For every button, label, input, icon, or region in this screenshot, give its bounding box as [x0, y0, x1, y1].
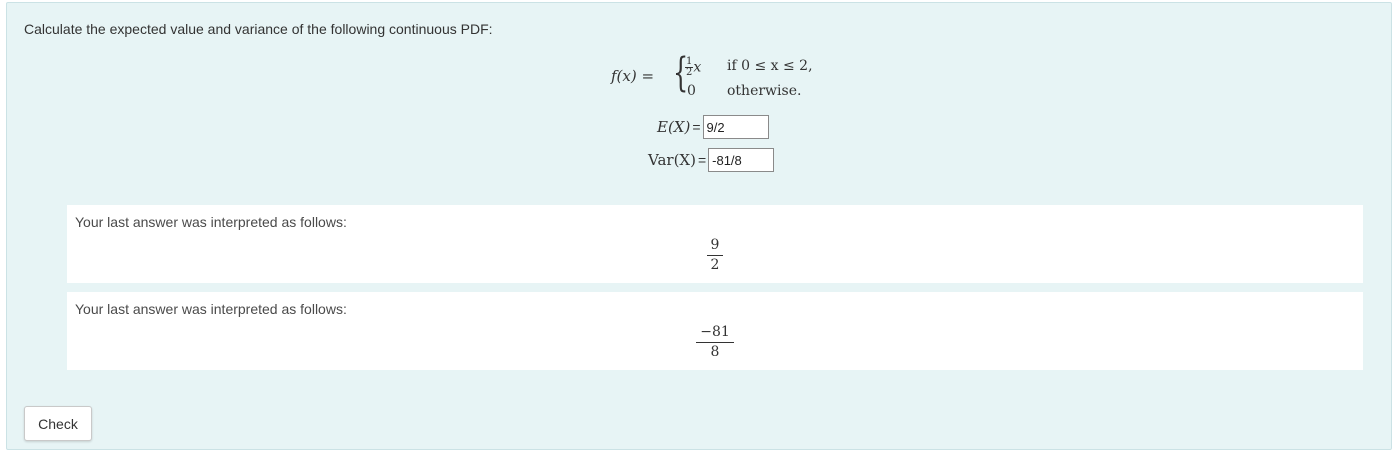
question-text: Calculate the expected value and varianc…: [24, 21, 493, 37]
feedback-box-expected: Your last answer was interpreted as foll…: [67, 205, 1363, 283]
interpreted-numerator: −81: [696, 324, 734, 343]
interpreted-numerator: 9: [706, 237, 724, 256]
case2-condition: otherwise.: [727, 83, 802, 99]
variance-label: Var(X): [648, 151, 696, 169]
case2-value: 0: [687, 83, 696, 99]
variance-row: Var(X) =: [648, 148, 775, 172]
check-button[interactable]: Check: [24, 406, 92, 441]
interpreted-fraction: −81 8: [67, 324, 1363, 361]
question-panel: Calculate the expected value and varianc…: [6, 2, 1392, 450]
expected-value-row: E(X) =: [657, 115, 769, 139]
case1-condition: if 0 ≤ x ≤ 2,: [727, 58, 813, 74]
variance-input[interactable]: [708, 148, 775, 172]
interpreted-fraction: 9 2: [67, 237, 1363, 274]
expected-value-input[interactable]: [702, 115, 769, 139]
pdf-definition: f(x) = { 1 2 x if 0 ≤ x ≤ 2, 0 otherwise…: [611, 53, 851, 103]
expected-value-label: E(X): [657, 118, 691, 136]
interpreted-denominator: 2: [710, 256, 720, 273]
feedback-label: Your last answer was interpreted as foll…: [75, 301, 347, 317]
case1-expression: 1 2 x: [685, 56, 702, 78]
variance-eq: =: [697, 152, 707, 168]
expected-eq: =: [692, 119, 701, 135]
pdf-lhs: f(x) =: [611, 67, 655, 85]
feedback-label: Your last answer was interpreted as foll…: [75, 214, 347, 230]
interpreted-denominator: 8: [710, 343, 720, 360]
feedback-box-variance: Your last answer was interpreted as foll…: [67, 292, 1363, 370]
